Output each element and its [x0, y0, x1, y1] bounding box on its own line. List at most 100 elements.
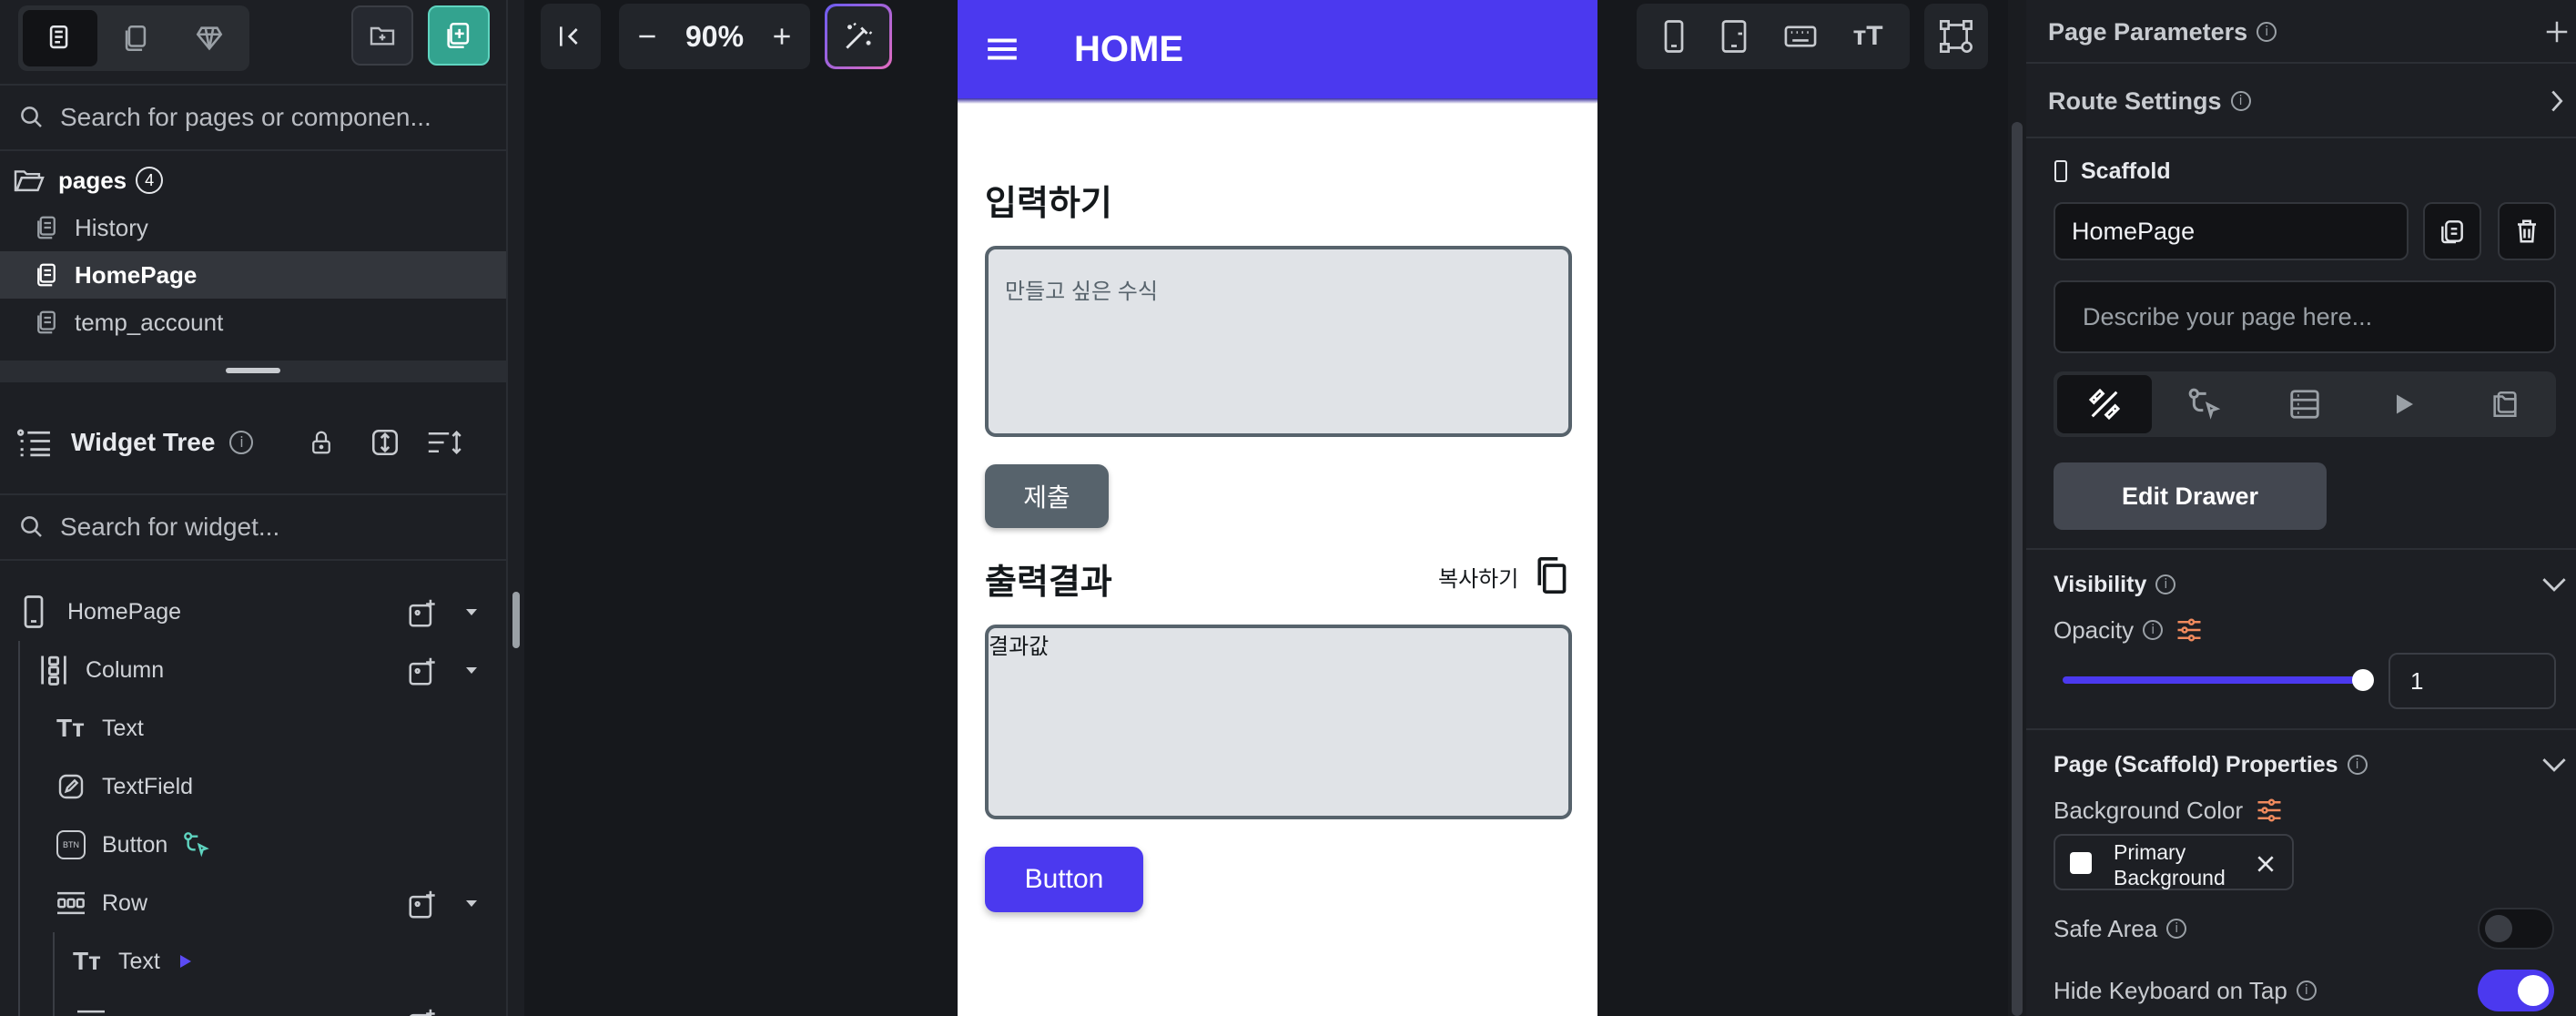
page-description-field[interactable]: Describe your page here...	[2054, 280, 2556, 353]
design-tools-icon	[2088, 388, 2121, 421]
tab-backend-query[interactable]	[2257, 375, 2352, 433]
lock-icon[interactable]	[308, 428, 335, 457]
tab-actions[interactable]	[2157, 375, 2252, 433]
page-name-field[interactable]: HomePage	[2054, 202, 2409, 260]
scrollbar-thumb[interactable]	[2012, 122, 2023, 1016]
layout-tools-button[interactable]	[1924, 4, 1988, 69]
scaffold-properties-header[interactable]: Page (Scaffold) Properties i	[2054, 747, 2572, 783]
info-icon[interactable]: i	[229, 431, 254, 454]
canvas-scrollbar[interactable]	[2008, 0, 2026, 1016]
phone-icon	[2054, 160, 2067, 182]
formula-input-field[interactable]: 만들고 싶은 수식	[985, 246, 1572, 437]
tab-animations[interactable]	[2358, 375, 2452, 433]
play-icon[interactable]	[178, 953, 193, 970]
text-icon: Tт	[73, 947, 101, 975]
add-child-icon[interactable]	[406, 654, 441, 688]
components-mode-button[interactable]	[98, 10, 173, 66]
tree-item-text[interactable]: Tт Text	[0, 699, 506, 757]
info-icon[interactable]: i	[2143, 620, 2164, 640]
variable-binding-icon[interactable]	[2175, 617, 2203, 643]
tree-item-label: Column	[86, 656, 165, 683]
delete-page-button[interactable]	[2498, 202, 2556, 260]
splitter-handle[interactable]	[512, 592, 520, 648]
duplicate-page-button[interactable]	[2423, 202, 2481, 260]
info-icon[interactable]: i	[2257, 22, 2277, 42]
page-search-bar[interactable]: Search for pages or componen...	[0, 84, 506, 151]
info-icon[interactable]: i	[2347, 755, 2368, 775]
tree-item-row[interactable]: Row	[0, 874, 506, 932]
tree-item-textfield[interactable]: TextField	[0, 757, 506, 816]
close-icon[interactable]	[2256, 854, 2276, 874]
route-settings-row[interactable]: Route Settings i	[2048, 78, 2576, 124]
chevron-right-icon[interactable]	[2547, 88, 2567, 114]
tree-item-homepage[interactable]: HomePage	[0, 583, 506, 641]
tree-item-text-nested[interactable]: Tт Text	[0, 932, 506, 1016]
add-child-icon[interactable]	[406, 1005, 441, 1016]
info-icon[interactable]: i	[2155, 574, 2176, 594]
tree-item-column[interactable]: Column	[0, 641, 506, 1016]
document-icon	[2493, 391, 2517, 418]
menu-icon[interactable]	[985, 34, 1019, 65]
tablet-icon[interactable]	[1720, 19, 1748, 54]
add-child-icon[interactable]	[406, 595, 441, 630]
left-splitter[interactable]	[508, 0, 524, 1016]
collapse-panel-button[interactable]	[541, 4, 601, 69]
search-icon	[21, 516, 42, 537]
page-item-temp-account[interactable]: temp_account	[0, 299, 506, 346]
page-item-history[interactable]: History	[0, 204, 506, 251]
tree-item-partial[interactable]	[0, 992, 506, 1016]
opacity-slider-thumb[interactable]	[2352, 669, 2374, 691]
safe-area-toggle[interactable]	[2478, 908, 2554, 950]
submit-button[interactable]: 제출	[985, 464, 1109, 528]
phone-icon[interactable]	[1663, 19, 1685, 54]
chevron-down-icon[interactable]	[464, 898, 479, 909]
add-child-icon[interactable]	[406, 887, 441, 921]
opacity-value-field[interactable]: 1	[2388, 653, 2556, 709]
background-color-chip[interactable]: Primary Background	[2054, 834, 2294, 890]
info-icon[interactable]: i	[2166, 919, 2187, 939]
hide-keyboard-toggle[interactable]	[2478, 970, 2554, 1011]
page-icon	[37, 310, 56, 334]
pages-mode-button[interactable]	[23, 10, 97, 66]
plus-icon[interactable]	[2543, 18, 2571, 46]
widget-search-bar[interactable]: Search for widget...	[0, 493, 506, 561]
play-icon	[2397, 394, 2413, 414]
bottom-button[interactable]: Button	[985, 847, 1143, 912]
page-description-placeholder: Describe your page here...	[2083, 302, 2373, 330]
new-folder-button[interactable]	[351, 5, 413, 66]
chevron-down-icon[interactable]	[464, 665, 479, 676]
sort-options-icon[interactable]	[426, 428, 464, 457]
visibility-section-header[interactable]: Visibility i	[2054, 566, 2572, 603]
zoom-level[interactable]: 90%	[685, 20, 744, 54]
opacity-slider-track[interactable]	[2063, 676, 2363, 684]
info-icon[interactable]: i	[2296, 980, 2317, 1001]
zoom-in-icon[interactable]	[770, 25, 794, 48]
info-icon[interactable]: i	[2230, 91, 2251, 111]
font-size-icon[interactable]: тT	[1853, 21, 1883, 52]
keyboard-icon[interactable]	[1783, 23, 1818, 50]
magic-wand-icon	[846, 22, 873, 49]
tree-item-button[interactable]: BTN Button	[0, 816, 506, 874]
add-page-button[interactable]	[428, 5, 490, 66]
action-flow-icon[interactable]	[182, 830, 211, 859]
zoom-out-icon[interactable]	[635, 25, 659, 48]
page-parameters-row[interactable]: Page Parameters i	[2048, 9, 2576, 55]
panel-resize-bar[interactable]	[0, 361, 506, 382]
chevron-down-icon[interactable]	[464, 606, 479, 617]
edit-drawer-button[interactable]: Edit Drawer	[2054, 462, 2327, 530]
page-item-homepage[interactable]: HomePage	[0, 251, 506, 299]
pages-folder[interactable]: pages 4	[0, 157, 506, 204]
chevron-down-icon[interactable]	[2541, 576, 2567, 593]
chevron-down-icon[interactable]	[2541, 757, 2567, 773]
theme-mode-button[interactable]	[172, 10, 247, 66]
copy-icon[interactable]	[1533, 555, 1569, 595]
variable-binding-icon[interactable]	[2256, 798, 2283, 823]
expand-collapse-icon[interactable]	[370, 427, 401, 458]
pages-mode-icon	[49, 25, 68, 49]
resize-handle[interactable]	[226, 368, 280, 373]
magic-tool-button[interactable]	[825, 4, 892, 69]
copy-label[interactable]: 복사하기	[1438, 561, 1518, 593]
tab-documentation[interactable]	[2458, 375, 2552, 433]
tab-properties[interactable]	[2057, 375, 2152, 433]
diamond-icon	[196, 26, 223, 51]
